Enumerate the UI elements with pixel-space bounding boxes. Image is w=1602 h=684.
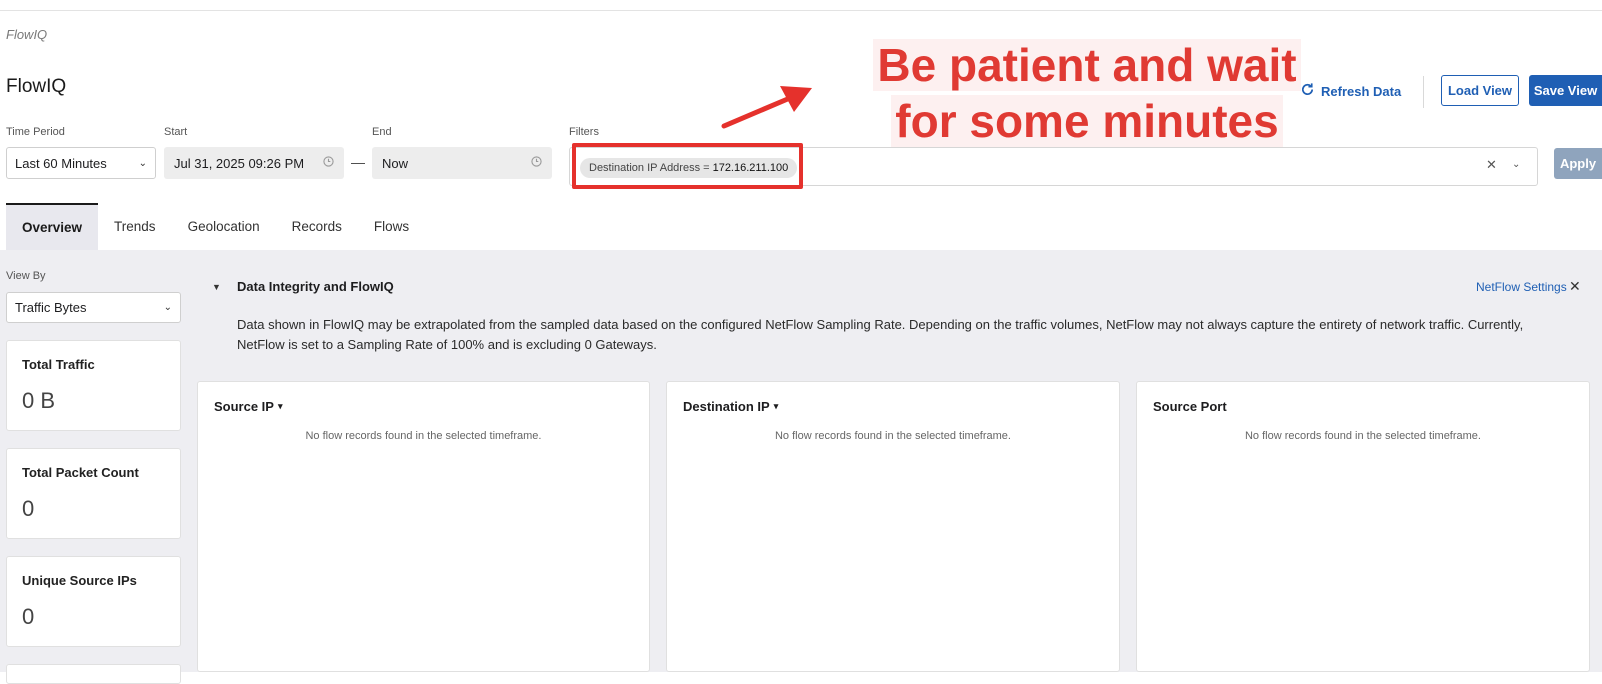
view-by-value: Traffic Bytes: [15, 300, 87, 315]
chevron-down-icon[interactable]: ⌄: [1512, 159, 1520, 170]
netflow-settings-link[interactable]: NetFlow Settings: [1476, 280, 1567, 294]
end-date-input[interactable]: Now: [372, 147, 552, 179]
chevron-down-icon: ⌄: [138, 157, 147, 169]
tab-bar: Overview Trends Geolocation Records Flow…: [6, 203, 425, 250]
panel-title-label: Source IP: [214, 399, 274, 414]
stat-card-unique-source-ips: Unique Source IPs 0: [6, 556, 181, 647]
integrity-description: Data shown in FlowIQ may be extrapolated…: [237, 317, 1524, 352]
date-range-separator: —: [351, 154, 365, 170]
view-by-select[interactable]: Traffic Bytes ⌄: [6, 292, 181, 323]
top-divider: [0, 10, 1602, 11]
annotation-arrow-icon: [721, 86, 812, 129]
save-view-button[interactable]: Save View: [1529, 75, 1602, 106]
stat-card-total-traffic: Total Traffic 0 B: [6, 340, 181, 431]
page-title: FlowIQ: [6, 76, 67, 97]
tab-geolocation[interactable]: Geolocation: [172, 203, 276, 250]
chevron-down-icon: ▾: [773, 401, 779, 411]
stat-value: 0: [22, 604, 35, 629]
stat-value: 0: [22, 496, 35, 521]
source-port-title: Source Port: [1153, 399, 1227, 414]
stat-title: Total Traffic: [22, 357, 95, 372]
refresh-data-button[interactable]: Refresh Data: [1300, 82, 1401, 100]
panel-title-label: Destination IP: [683, 399, 770, 414]
stat-title: Unique Source IPs: [22, 573, 137, 588]
start-date-input[interactable]: Jul 31, 2025 09:26 PM: [164, 147, 344, 179]
empty-state-text: No flow records found in the selected ti…: [305, 430, 542, 442]
breadcrumb[interactable]: FlowIQ: [6, 27, 47, 42]
end-date-value: Now: [382, 155, 409, 171]
stat-card-partial: [6, 664, 181, 684]
tab-overview[interactable]: Overview: [6, 203, 99, 250]
start-date-value: Jul 31, 2025 09:26 PM: [174, 155, 305, 171]
panel-title-label: Source Port: [1153, 399, 1227, 414]
chevron-down-icon: ▾: [277, 401, 283, 411]
stat-value: 0 B: [22, 388, 56, 413]
time-period-value: Last 60 Minutes: [15, 155, 107, 171]
filters-label: Filters: [569, 126, 599, 138]
annotation-line-2: for some minutes: [891, 95, 1283, 147]
destination-ip-panel: Destination IP ▾ No flow records found i…: [666, 381, 1120, 672]
source-ip-panel: Source IP ▾ No flow records found in the…: [197, 381, 650, 672]
annotation-text: Be patient and wait for some minutes: [866, 37, 1308, 149]
empty-state-text: No flow records found in the selected ti…: [1244, 430, 1481, 442]
chevron-down-icon: ⌄: [163, 302, 172, 313]
clock-icon: [323, 156, 334, 170]
collapse-caret-icon[interactable]: ▼: [212, 282, 221, 292]
time-period-label: Time Period: [6, 126, 65, 138]
destination-ip-dropdown[interactable]: Destination IP ▾: [683, 399, 778, 414]
tab-flows[interactable]: Flows: [358, 203, 425, 250]
apply-button[interactable]: Apply: [1554, 148, 1602, 179]
stat-card-total-packet-count: Total Packet Count 0: [6, 448, 181, 539]
annotation-highlight-box: [572, 143, 803, 189]
stat-title: Total Packet Count: [22, 465, 139, 480]
integrity-title: Data Integrity and FlowIQ: [237, 279, 394, 294]
source-port-panel: Source Port No flow records found in the…: [1136, 381, 1590, 672]
time-period-select[interactable]: Last 60 Minutes ⌄: [6, 147, 156, 179]
load-view-button[interactable]: Load View: [1441, 75, 1519, 106]
empty-state-text: No flow records found in the selected ti…: [774, 430, 1011, 442]
clock-icon: [531, 156, 542, 170]
end-label: End: [372, 126, 392, 138]
source-ip-dropdown[interactable]: Source IP ▾: [214, 399, 283, 414]
annotation-line-1: Be patient and wait: [873, 39, 1301, 91]
header-divider: [1423, 76, 1424, 108]
tab-records[interactable]: Records: [276, 203, 358, 250]
clear-filters-icon[interactable]: ✕: [1486, 157, 1497, 173]
refresh-data-label: Refresh Data: [1321, 83, 1402, 99]
view-by-label: View By: [6, 270, 46, 282]
start-label: Start: [164, 126, 188, 138]
tab-trends[interactable]: Trends: [98, 203, 172, 250]
close-icon[interactable]: ✕: [1569, 278, 1581, 295]
